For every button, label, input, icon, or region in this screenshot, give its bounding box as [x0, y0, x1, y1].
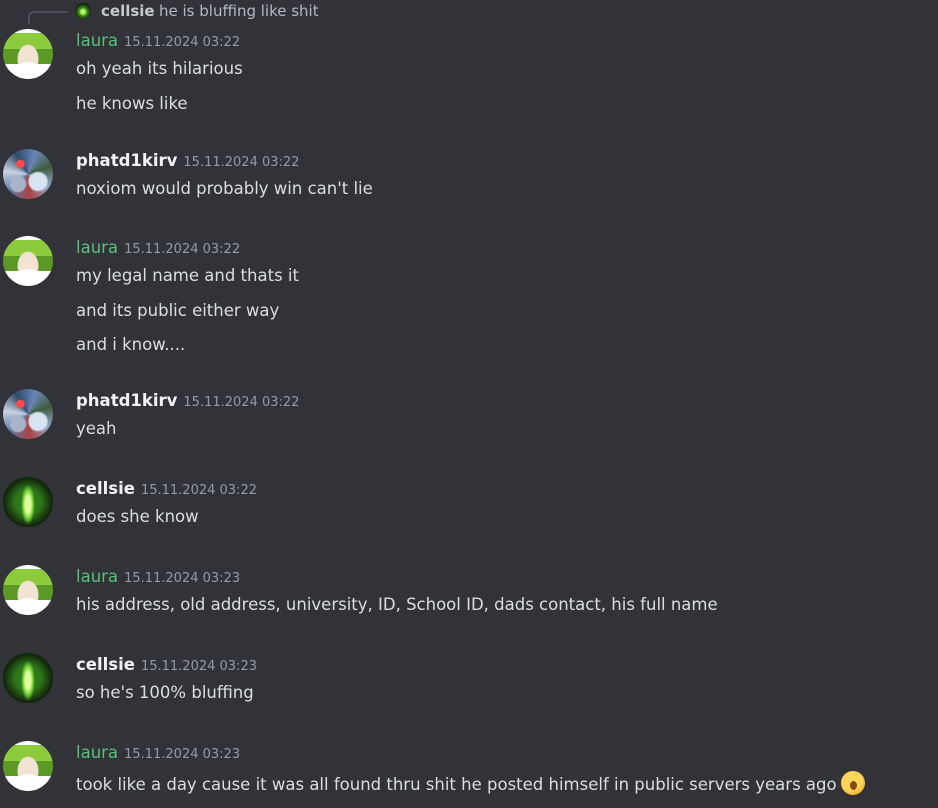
avatar[interactable] — [3, 29, 53, 79]
message-text: took like a day cause it was all found t… — [76, 775, 837, 794]
timestamp: 15.11.2024 03:23 — [124, 571, 241, 586]
timestamp: 15.11.2024 03:22 — [124, 242, 241, 257]
author-name[interactable]: laura — [76, 31, 118, 50]
message-header: phatd1kirv 15.11.2024 03:22 — [76, 151, 299, 173]
avatar[interactable] — [3, 236, 53, 286]
timestamp: 15.11.2024 03:22 — [140, 483, 257, 498]
timestamp: 15.11.2024 03:23 — [140, 659, 257, 674]
message-text: and i know.... — [76, 335, 186, 354]
message-header: laura 15.11.2024 03:22 — [76, 238, 240, 260]
message-header: cellsie 15.11.2024 03:22 — [76, 479, 257, 501]
author-name[interactable]: cellsie — [76, 655, 135, 674]
message-text: noxiom would probably win can't lie — [76, 179, 373, 198]
timestamp: 15.11.2024 03:22 — [124, 35, 241, 50]
message-header: phatd1kirv 15.11.2024 03:22 — [76, 391, 299, 413]
timestamp: 15.11.2024 03:23 — [124, 747, 241, 762]
message-text: so he's 100% bluffing — [76, 683, 254, 702]
message-text: my legal name and thats it — [76, 266, 299, 285]
reply-author[interactable]: cellsie — [101, 2, 155, 20]
message-header: laura 15.11.2024 03:23 — [76, 743, 240, 765]
author-name[interactable]: cellsie — [76, 479, 135, 498]
timestamp: 15.11.2024 03:22 — [183, 395, 300, 410]
message-text: he knows like — [76, 94, 188, 113]
avatar[interactable] — [3, 149, 53, 199]
avatar[interactable] — [3, 741, 53, 791]
author-name[interactable]: phatd1kirv — [76, 151, 177, 170]
message-header: cellsie 15.11.2024 03:23 — [76, 655, 257, 677]
message-header: laura 15.11.2024 03:22 — [76, 31, 240, 53]
avatar[interactable] — [3, 389, 53, 439]
message-text: does she know — [76, 507, 199, 526]
yawning-face-emoji-icon — [840, 771, 865, 795]
reply-text[interactable]: he is bluffing like shit — [159, 2, 319, 20]
message-text-row: took like a day cause it was all found t… — [76, 771, 865, 795]
author-name[interactable]: laura — [76, 743, 118, 762]
avatar[interactable] — [3, 653, 53, 703]
message-text: and its public either way — [76, 301, 280, 320]
message-text: oh yeah its hilarious — [76, 59, 243, 78]
reply-spine — [28, 11, 68, 24]
author-name[interactable]: phatd1kirv — [76, 391, 177, 410]
message-header: laura 15.11.2024 03:23 — [76, 567, 240, 589]
chat-message-list: cellsie he is bluffing like shit laura 15… — [0, 0, 938, 808]
author-name[interactable]: laura — [76, 567, 118, 586]
reply-avatar[interactable] — [75, 3, 91, 19]
timestamp: 15.11.2024 03:22 — [183, 155, 300, 170]
author-name[interactable]: laura — [76, 238, 118, 257]
avatar[interactable] — [3, 565, 53, 615]
avatar[interactable] — [3, 477, 53, 527]
message-text: his address, old address, university, ID… — [76, 595, 718, 614]
message-text: yeah — [76, 419, 117, 438]
